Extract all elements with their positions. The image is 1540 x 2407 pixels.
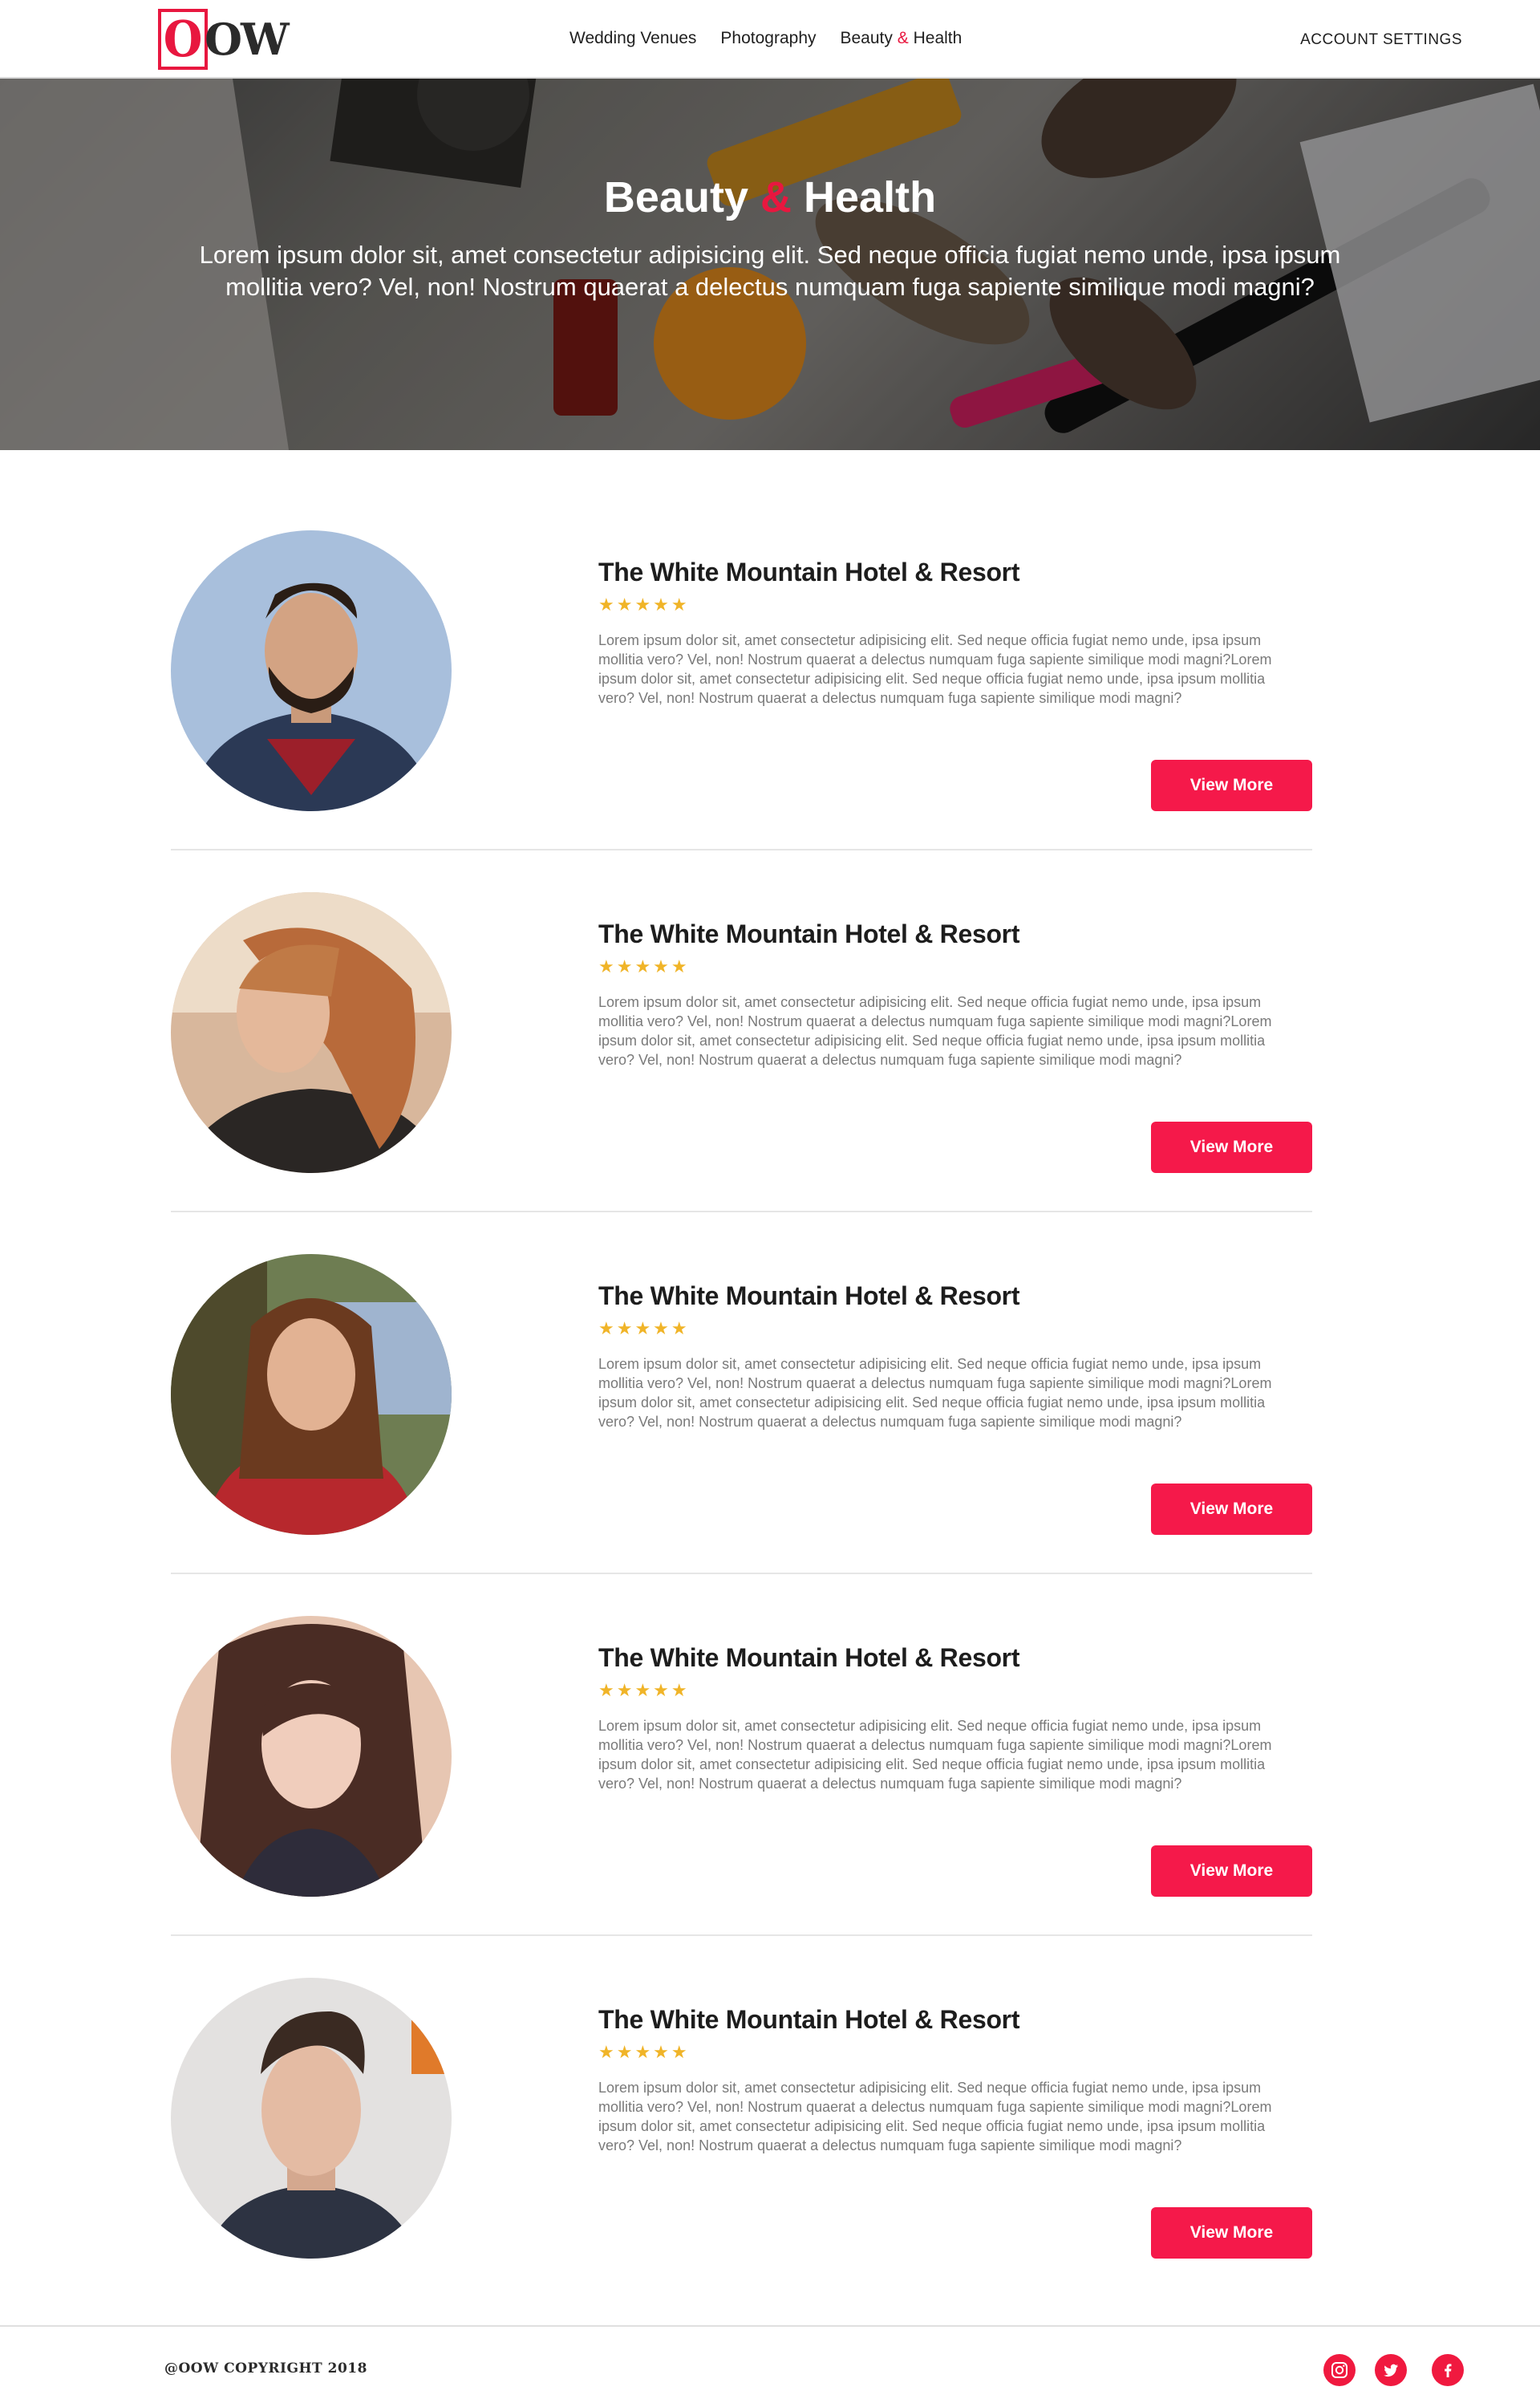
divider: [171, 1934, 1312, 1936]
avatar: [171, 892, 452, 1173]
listing-description: Lorem ipsum dolor sit, amet consectetur …: [598, 1356, 1272, 1430]
view-more-button[interactable]: View More: [1151, 1845, 1312, 1897]
listing-title[interactable]: The White Mountain Hotel & Resort: [598, 1643, 1020, 1673]
nav-photography[interactable]: Photography: [720, 29, 816, 48]
site-footer: @OOW COPYRIGHT 2018: [0, 2325, 1540, 2407]
avatar: [171, 530, 452, 811]
instagram-glyph: [1331, 2362, 1348, 2378]
page-title: Beauty & Health: [0, 173, 1540, 222]
logo-wordmark: OW: [205, 14, 290, 65]
listing-card: The White Mountain Hotel & Resort ★★★★★ …: [171, 1978, 1312, 2275]
divider: [171, 1573, 1312, 1574]
listing-title[interactable]: The White Mountain Hotel & Resort: [598, 919, 1020, 949]
account-settings-link[interactable]: ACCOUNT SETTINGS: [1300, 31, 1462, 49]
hero-description: Lorem ipsum dolor sit, amet consectetur …: [199, 241, 1341, 301]
site-logo[interactable]: O OW: [158, 9, 290, 70]
hero-title-ampersand: &: [760, 173, 792, 221]
instagram-icon[interactable]: [1323, 2354, 1356, 2386]
star-rating: ★★★★★: [598, 956, 690, 976]
listing-title[interactable]: The White Mountain Hotel & Resort: [598, 2005, 1020, 2035]
listing-description: Lorem ipsum dolor sit, amet consectetur …: [598, 632, 1272, 706]
listing-card: The White Mountain Hotel & Resort ★★★★★ …: [171, 1616, 1312, 1913]
nav-ampersand: &: [897, 29, 909, 47]
view-more-button[interactable]: View More: [1151, 1484, 1312, 1535]
listing-description: Lorem ipsum dolor sit, amet consectetur …: [598, 2080, 1272, 2153]
star-rating: ★★★★★: [598, 595, 690, 615]
logo-letter: O: [163, 10, 203, 68]
listing-card: The White Mountain Hotel & Resort ★★★★★ …: [171, 1254, 1312, 1551]
facebook-glyph: [1445, 2364, 1452, 2377]
listing-card: The White Mountain Hotel & Resort ★★★★★ …: [171, 892, 1312, 1189]
avatar: [171, 1616, 452, 1897]
divider: [171, 1211, 1312, 1212]
nav-beauty-label: Beauty: [840, 29, 893, 47]
nav-health-label: Health: [913, 29, 962, 47]
star-rating: ★★★★★: [598, 1318, 690, 1338]
listing-title[interactable]: The White Mountain Hotel & Resort: [598, 558, 1020, 587]
listing-card: The White Mountain Hotel & Resort ★★★★★ …: [171, 530, 1312, 827]
avatar: [171, 1254, 452, 1535]
listing-description: Lorem ipsum dolor sit, amet consectetur …: [598, 1718, 1272, 1792]
listing-title[interactable]: The White Mountain Hotel & Resort: [598, 1281, 1020, 1311]
nav-wedding-venues[interactable]: Wedding Venues: [569, 29, 696, 48]
twitter-icon[interactable]: [1375, 2354, 1407, 2386]
hero-banner: Beauty & Health Lorem ipsum dolor sit, a…: [0, 79, 1540, 450]
avatar: [171, 1978, 452, 2259]
hero-title-beauty: Beauty: [603, 173, 748, 221]
copyright-text: @OOW COPYRIGHT 2018: [164, 2360, 367, 2377]
view-more-button[interactable]: View More: [1151, 760, 1312, 811]
twitter-glyph: [1384, 2364, 1398, 2377]
main-nav: Wedding Venues Photography Beauty & Heal…: [569, 29, 962, 48]
star-rating: ★★★★★: [598, 2042, 690, 2062]
view-more-button[interactable]: View More: [1151, 2207, 1312, 2259]
divider: [171, 849, 1312, 850]
facebook-icon[interactable]: [1432, 2354, 1464, 2386]
nav-beauty-health[interactable]: Beauty & Health: [841, 29, 962, 48]
listing-description: Lorem ipsum dolor sit, amet consectetur …: [598, 994, 1272, 1068]
hero-title-health: Health: [804, 173, 937, 221]
top-navigation-bar: O OW Wedding Venues Photography Beauty &…: [0, 0, 1540, 79]
view-more-button[interactable]: View More: [1151, 1122, 1312, 1173]
logo-mark: O: [158, 9, 209, 70]
star-rating: ★★★★★: [598, 1680, 690, 1700]
